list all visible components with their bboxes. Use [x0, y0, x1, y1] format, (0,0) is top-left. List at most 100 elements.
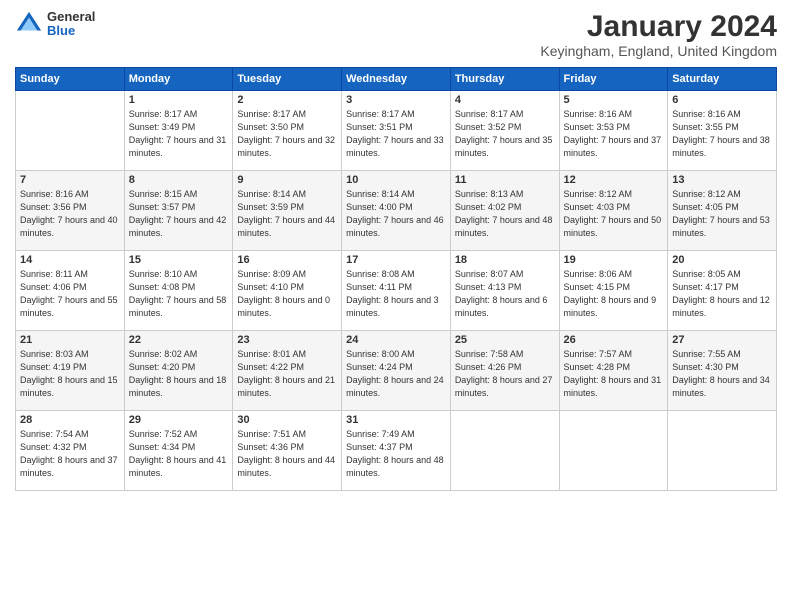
cell-details: Sunrise: 8:14 AM Sunset: 3:59 PM Dayligh… [237, 188, 337, 240]
table-row: 30 Sunrise: 7:51 AM Sunset: 4:36 PM Dayli… [233, 411, 342, 491]
table-row: 14 Sunrise: 8:11 AM Sunset: 4:06 PM Dayli… [16, 251, 125, 331]
table-row: 15 Sunrise: 8:10 AM Sunset: 4:08 PM Dayli… [124, 251, 233, 331]
day-number: 11 [455, 174, 555, 186]
table-row: 22Sunrise: 8:02 AM Sunset: 4:20 PM Dayli… [124, 331, 233, 411]
calendar-week-row: 21 Sunrise: 8:03 AM Sunset: 4:19 PM Dayli… [16, 331, 777, 411]
day-number: 23 [237, 334, 337, 346]
day-number: 16 [237, 254, 337, 266]
cell-details: Sunrise: 8:11 AM Sunset: 4:06 PM Dayligh… [20, 268, 120, 320]
table-row: 17Sunrise: 8:08 AM Sunset: 4:11 PM Dayli… [342, 251, 451, 331]
cell-details: Sunrise: 8:12 AM Sunset: 4:05 PM Dayligh… [672, 188, 772, 240]
day-number: 20 [672, 254, 772, 266]
cell-details: Sunrise: 8:01 AM Sunset: 4:22 PM Dayligh… [237, 348, 337, 400]
table-row: 18Sunrise: 8:07 AM Sunset: 4:13 PM Dayli… [450, 251, 559, 331]
day-number: 2 [237, 94, 337, 106]
table-row: 6 Sunrise: 8:16 AM Sunset: 3:55 PM Daylig… [668, 91, 777, 171]
day-number: 9 [237, 174, 337, 186]
cell-details: Sunrise: 8:07 AM Sunset: 4:13 PM Dayligh… [455, 268, 555, 320]
table-row [559, 411, 668, 491]
title-block: January 2024 Keyingham, England, United … [540, 10, 777, 59]
cell-details: Sunrise: 7:49 AM Sunset: 4:37 PM Dayligh… [346, 428, 446, 480]
day-number: 1 [129, 94, 229, 106]
table-row [16, 91, 125, 171]
calendar-table: Sunday Monday Tuesday Wednesday Thursday… [15, 67, 777, 491]
cell-details: Sunrise: 7:58 AM Sunset: 4:26 PM Dayligh… [455, 348, 555, 400]
table-row: 23 Sunrise: 8:01 AM Sunset: 4:22 PM Dayli… [233, 331, 342, 411]
table-row: 9 Sunrise: 8:14 AM Sunset: 3:59 PM Daylig… [233, 171, 342, 251]
cell-details: Sunrise: 8:06 AM Sunset: 4:15 PM Dayligh… [564, 268, 664, 320]
day-number: 28 [20, 414, 120, 426]
day-number: 10 [346, 174, 446, 186]
cell-details: Sunrise: 8:17 AM Sunset: 3:49 PM Dayligh… [129, 108, 229, 160]
logo-icon [15, 10, 43, 38]
day-number: 29 [129, 414, 229, 426]
cell-details: Sunrise: 7:54 AM Sunset: 4:32 PM Dayligh… [20, 428, 120, 480]
table-row: 26Sunrise: 7:57 AM Sunset: 4:28 PM Dayli… [559, 331, 668, 411]
table-row: 13 Sunrise: 8:12 AM Sunset: 4:05 PM Dayli… [668, 171, 777, 251]
day-number: 19 [564, 254, 664, 266]
table-row: 2Sunrise: 8:17 AM Sunset: 3:50 PM Daylig… [233, 91, 342, 171]
table-row: 12Sunrise: 8:12 AM Sunset: 4:03 PM Dayli… [559, 171, 668, 251]
cell-details: Sunrise: 8:02 AM Sunset: 4:20 PM Dayligh… [129, 348, 229, 400]
cell-details: Sunrise: 8:16 AM Sunset: 3:53 PM Dayligh… [564, 108, 664, 160]
table-row: 28 Sunrise: 7:54 AM Sunset: 4:32 PM Dayli… [16, 411, 125, 491]
calendar-week-row: 28 Sunrise: 7:54 AM Sunset: 4:32 PM Dayli… [16, 411, 777, 491]
cell-details: Sunrise: 8:05 AM Sunset: 4:17 PM Dayligh… [672, 268, 772, 320]
cell-details: Sunrise: 7:57 AM Sunset: 4:28 PM Dayligh… [564, 348, 664, 400]
cell-details: Sunrise: 8:16 AM Sunset: 3:56 PM Dayligh… [20, 188, 120, 240]
day-number: 31 [346, 414, 446, 426]
cell-details: Sunrise: 8:17 AM Sunset: 3:52 PM Dayligh… [455, 108, 555, 160]
table-row [450, 411, 559, 491]
day-number: 4 [455, 94, 555, 106]
col-thursday: Thursday [450, 68, 559, 91]
table-row: 8 Sunrise: 8:15 AM Sunset: 3:57 PM Daylig… [124, 171, 233, 251]
logo-blue-label: Blue [47, 24, 95, 38]
table-row: 1 Sunrise: 8:17 AM Sunset: 3:49 PM Daylig… [124, 91, 233, 171]
col-tuesday: Tuesday [233, 68, 342, 91]
table-row: 25 Sunrise: 7:58 AM Sunset: 4:26 PM Dayli… [450, 331, 559, 411]
cell-details: Sunrise: 7:51 AM Sunset: 4:36 PM Dayligh… [237, 428, 337, 480]
day-number: 6 [672, 94, 772, 106]
table-row: 4 Sunrise: 8:17 AM Sunset: 3:52 PM Daylig… [450, 91, 559, 171]
day-number: 30 [237, 414, 337, 426]
cell-details: Sunrise: 8:15 AM Sunset: 3:57 PM Dayligh… [129, 188, 229, 240]
day-number: 14 [20, 254, 120, 266]
table-row: 11 Sunrise: 8:13 AM Sunset: 4:02 PM Dayli… [450, 171, 559, 251]
calendar-week-row: 14 Sunrise: 8:11 AM Sunset: 4:06 PM Dayli… [16, 251, 777, 331]
day-number: 7 [20, 174, 120, 186]
table-row: 10 Sunrise: 8:14 AM Sunset: 4:00 PM Dayli… [342, 171, 451, 251]
day-number: 5 [564, 94, 664, 106]
cell-details: Sunrise: 8:14 AM Sunset: 4:00 PM Dayligh… [346, 188, 446, 240]
day-number: 21 [20, 334, 120, 346]
calendar-week-row: 1 Sunrise: 8:17 AM Sunset: 3:49 PM Daylig… [16, 91, 777, 171]
cell-details: Sunrise: 8:16 AM Sunset: 3:55 PM Dayligh… [672, 108, 772, 160]
table-row: 20 Sunrise: 8:05 AM Sunset: 4:17 PM Dayli… [668, 251, 777, 331]
cell-details: Sunrise: 8:03 AM Sunset: 4:19 PM Dayligh… [20, 348, 120, 400]
day-number: 3 [346, 94, 446, 106]
col-friday: Friday [559, 68, 668, 91]
header-row: Sunday Monday Tuesday Wednesday Thursday… [16, 68, 777, 91]
calendar-page: General Blue January 2024 Keyingham, Eng… [0, 0, 792, 612]
calendar-header: Sunday Monday Tuesday Wednesday Thursday… [16, 68, 777, 91]
col-monday: Monday [124, 68, 233, 91]
day-number: 13 [672, 174, 772, 186]
table-row: 16Sunrise: 8:09 AM Sunset: 4:10 PM Dayli… [233, 251, 342, 331]
cell-details: Sunrise: 8:00 AM Sunset: 4:24 PM Dayligh… [346, 348, 446, 400]
cell-details: Sunrise: 7:55 AM Sunset: 4:30 PM Dayligh… [672, 348, 772, 400]
table-row: 31 Sunrise: 7:49 AM Sunset: 4:37 PM Dayli… [342, 411, 451, 491]
day-number: 15 [129, 254, 229, 266]
day-number: 8 [129, 174, 229, 186]
cell-details: Sunrise: 8:10 AM Sunset: 4:08 PM Dayligh… [129, 268, 229, 320]
logo-general-label: General [47, 10, 95, 24]
table-row: 29Sunrise: 7:52 AM Sunset: 4:34 PM Dayli… [124, 411, 233, 491]
calendar-title: January 2024 [540, 10, 777, 43]
calendar-location: Keyingham, England, United Kingdom [540, 43, 777, 59]
table-row: 24 Sunrise: 8:00 AM Sunset: 4:24 PM Dayli… [342, 331, 451, 411]
cell-details: Sunrise: 8:12 AM Sunset: 4:03 PM Dayligh… [564, 188, 664, 240]
table-row: 21 Sunrise: 8:03 AM Sunset: 4:19 PM Dayli… [16, 331, 125, 411]
col-saturday: Saturday [668, 68, 777, 91]
cell-details: Sunrise: 8:13 AM Sunset: 4:02 PM Dayligh… [455, 188, 555, 240]
calendar-body: 1 Sunrise: 8:17 AM Sunset: 3:49 PM Daylig… [16, 91, 777, 491]
day-number: 25 [455, 334, 555, 346]
day-number: 24 [346, 334, 446, 346]
